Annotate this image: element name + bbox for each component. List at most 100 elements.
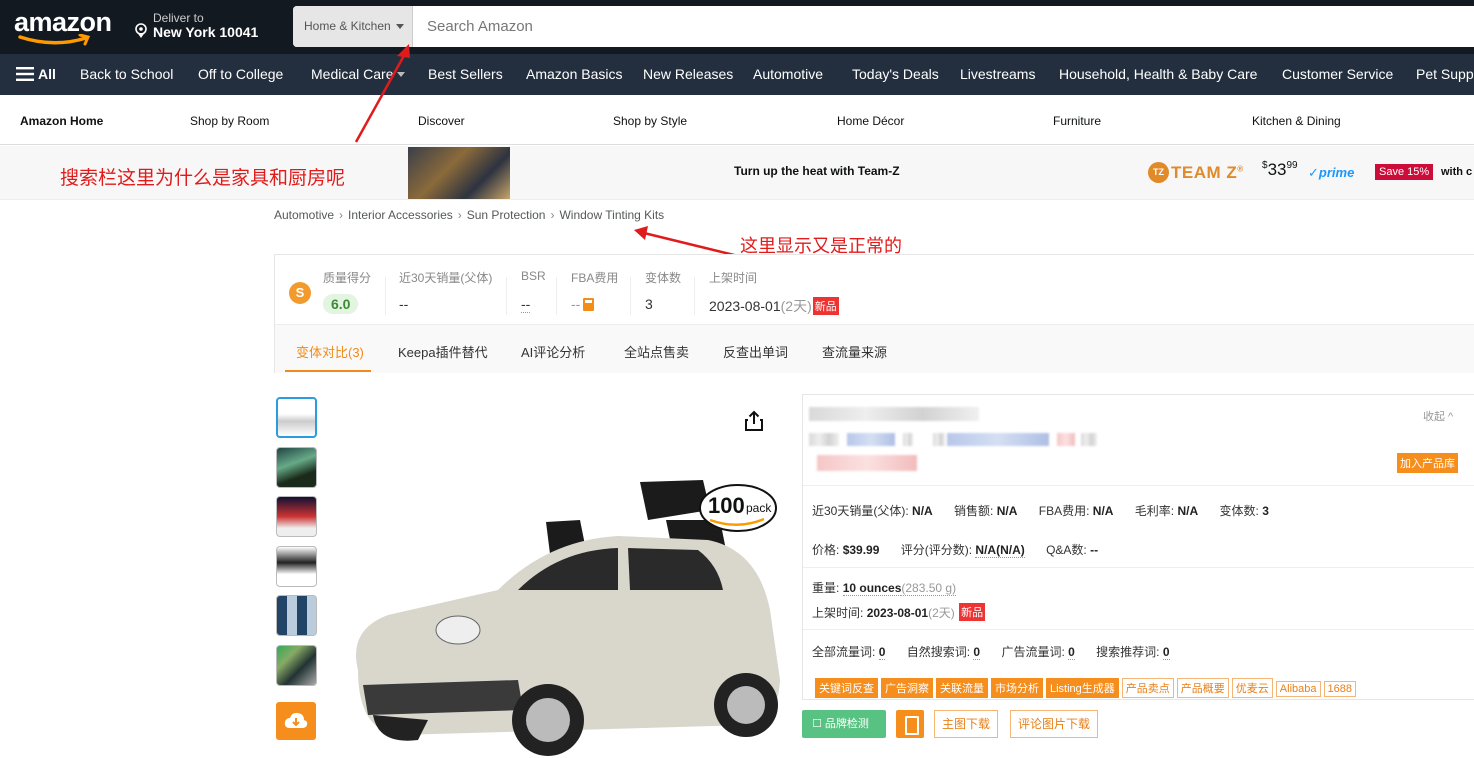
nav-new-releases[interactable]: New Releases: [643, 66, 733, 82]
new-product-tag: 新品: [959, 603, 986, 621]
stat-fba: FBA费用 --: [571, 271, 619, 312]
chevron-up-icon: ^: [1445, 411, 1454, 423]
brand-check-button[interactable]: ☐ 品牌检测: [802, 710, 886, 738]
main-nav: All Back to School Off to College Medica…: [0, 54, 1474, 95]
caret-down-icon: [397, 72, 406, 77]
team-z-badge-icon: TZ: [1148, 162, 1169, 183]
download-images-button[interactable]: [276, 702, 316, 740]
share-icon[interactable]: [744, 410, 764, 432]
hundred-pack-badge: 100 pack: [698, 483, 778, 533]
tag-selling-points[interactable]: 产品卖点: [1121, 678, 1174, 698]
annotation-search-question: 搜索栏这里为什么是家具和厨房呢: [60, 167, 346, 189]
sales-row: 近30天销量(父体): N/A 销售额: N/A FBA费用: N/A 毛利率:…: [812, 504, 1269, 518]
search-category-dropdown[interactable]: Home & Kitchen: [293, 6, 413, 47]
tag-keyword-reverse[interactable]: 关键词反查: [815, 678, 878, 698]
tag-listing-generator[interactable]: Listing生成器: [1046, 678, 1119, 698]
blurred-title: [809, 407, 979, 421]
tag-ad-insight[interactable]: 广告洞察: [881, 678, 933, 698]
plugin-tabs: 变体对比(3) Keepa插件替代 AI评论分析 全站点售卖 反查出单词 查流量…: [275, 325, 1474, 373]
subnav-furniture[interactable]: Furniture: [1053, 114, 1101, 128]
subnav-shop-by-style[interactable]: Shop by Style: [613, 114, 687, 128]
stat-variants: 变体数 3: [645, 271, 682, 312]
plugin-logo-icon: S: [289, 282, 311, 304]
all-menu-button[interactable]: All: [16, 66, 56, 82]
stat-listed: 上架时间 2023-08-01(2天) 新品: [709, 271, 839, 315]
prime-badge: ✓prime: [1308, 165, 1355, 180]
search-bar: Home & Kitchen: [293, 6, 1474, 47]
stat-sales: 近30天销量(父体) --: [399, 271, 493, 312]
tag-1688[interactable]: 1688: [1323, 681, 1356, 697]
tag-product-summary[interactable]: 产品概要: [1176, 678, 1229, 698]
subnav-amazon-home[interactable]: Amazon Home: [20, 114, 103, 128]
tool-tags: 关键词反查 广告洞察 关联流量 市场分析 Listing生成器 产品卖点 产品概要 优麦云 Al…: [815, 678, 1359, 698]
thumbnail-3[interactable]: [276, 496, 317, 537]
add-to-library-button[interactable]: 加入产品库: [1397, 453, 1458, 473]
traffic-row: 全部流量词: 0 自然搜索词: 0 广告流量词: 0 搜索推荐词: 0: [812, 645, 1170, 660]
price-row: 价格: $39.99 评分(评分数): N/A(N/A) Q&A数: --: [812, 543, 1099, 558]
review-image-download-button[interactable]: 评论图片下载: [1010, 710, 1099, 738]
calculator-icon[interactable]: [583, 298, 595, 311]
stat-quality: 质量得分 6.0: [323, 271, 372, 314]
nav-automotive[interactable]: Automotive: [753, 66, 823, 82]
tag-related-traffic[interactable]: 关联流量: [936, 678, 988, 698]
nav-pet-supplies[interactable]: Pet Supp: [1416, 66, 1474, 82]
active-tab-indicator: [285, 370, 371, 372]
subnav-home-decor[interactable]: Home Décor: [837, 114, 904, 128]
save-badge: Save 15%: [1375, 164, 1434, 180]
arrow-to-breadcrumb: [634, 226, 739, 258]
tab-variant-compare[interactable]: 变体对比(3): [296, 342, 364, 361]
nav-back-to-school[interactable]: Back to School: [80, 66, 173, 82]
deliver-label: Deliver to: [153, 11, 204, 25]
tab-reverse-keywords[interactable]: 反查出单词: [723, 342, 788, 361]
nav-off-to-college[interactable]: Off to College: [198, 66, 283, 82]
tag-alibaba[interactable]: Alibaba: [1275, 681, 1321, 697]
subnav-kitchen-dining[interactable]: Kitchen & Dining: [1252, 114, 1341, 128]
coupon-text: with c: [1441, 166, 1473, 178]
collapse-button[interactable]: 收起 ^: [1423, 408, 1453, 424]
nav-amazon-basics[interactable]: Amazon Basics: [526, 66, 622, 82]
listed-row: 上架时间: 2023-08-01(2天) 新品: [812, 603, 986, 621]
top-nav: amazon Deliver to New York 10041 Home & …: [0, 0, 1474, 54]
breadcrumb-automotive[interactable]: Automotive: [274, 208, 334, 222]
nav-household[interactable]: Household, Health & Baby Care: [1059, 66, 1257, 82]
subnav-shop-by-room[interactable]: Shop by Room: [190, 114, 269, 128]
new-product-tag: 新品: [812, 297, 839, 315]
tag-market-analysis[interactable]: 市场分析: [991, 678, 1043, 698]
nav-best-sellers[interactable]: Best Sellers: [428, 66, 503, 82]
thumbnail-1[interactable]: [276, 397, 317, 438]
breadcrumb-window-tinting[interactable]: Window Tinting Kits: [559, 208, 664, 222]
nav-customer-service[interactable]: Customer Service: [1282, 66, 1393, 82]
tab-keepa[interactable]: Keepa插件替代: [398, 342, 488, 361]
search-input[interactable]: [415, 6, 1474, 47]
plugin-stats-panel: S 质量得分 6.0 近30天销量(父体) -- BSR -- FBA费用 --…: [274, 254, 1474, 373]
deliver-location: New York 10041: [153, 24, 259, 40]
hamburger-icon: [16, 67, 34, 81]
banner-message[interactable]: Turn up the heat with Team-Z: [734, 164, 900, 178]
tab-ai-reviews[interactable]: AI评论分析: [521, 342, 585, 361]
thumbnail-5[interactable]: [276, 595, 317, 636]
breadcrumb-sun-protection[interactable]: Sun Protection: [467, 208, 546, 222]
nav-todays-deals[interactable]: Today's Deals: [852, 66, 939, 82]
nav-livestreams[interactable]: Livestreams: [960, 66, 1035, 82]
tab-all-sites[interactable]: 全站点售卖: [624, 342, 689, 361]
thumbnail-6[interactable]: [276, 645, 317, 686]
cloud-download-icon: [284, 712, 308, 728]
sub-nav: Amazon Home Shop by Room Discover Shop b…: [0, 95, 1474, 145]
calculator-button[interactable]: [896, 710, 924, 738]
amazon-logo[interactable]: amazon: [14, 8, 114, 46]
breadcrumb-interior-accessories[interactable]: Interior Accessories: [348, 208, 453, 222]
banner-price: $3399: [1262, 160, 1298, 179]
nav-medical-care[interactable]: Medical Care: [311, 66, 406, 82]
stat-bsr: BSR --: [521, 269, 546, 313]
breadcrumb: Automotive › Interior Accessories › Sun Prot…: [274, 208, 665, 222]
checkbox-icon: ☐: [812, 718, 825, 730]
caret-down-icon: [396, 24, 404, 29]
tag-youmaiyun[interactable]: 优麦云: [1231, 678, 1273, 698]
banner-image[interactable]: [408, 147, 510, 199]
thumbnail-4[interactable]: [276, 546, 317, 587]
smile-icon: [18, 34, 91, 46]
tab-traffic-source[interactable]: 查流量来源: [822, 342, 887, 361]
thumbnail-2[interactable]: [276, 447, 317, 488]
main-image-download-button[interactable]: 主图下载: [934, 710, 999, 738]
subnav-discover[interactable]: Discover: [418, 114, 465, 128]
